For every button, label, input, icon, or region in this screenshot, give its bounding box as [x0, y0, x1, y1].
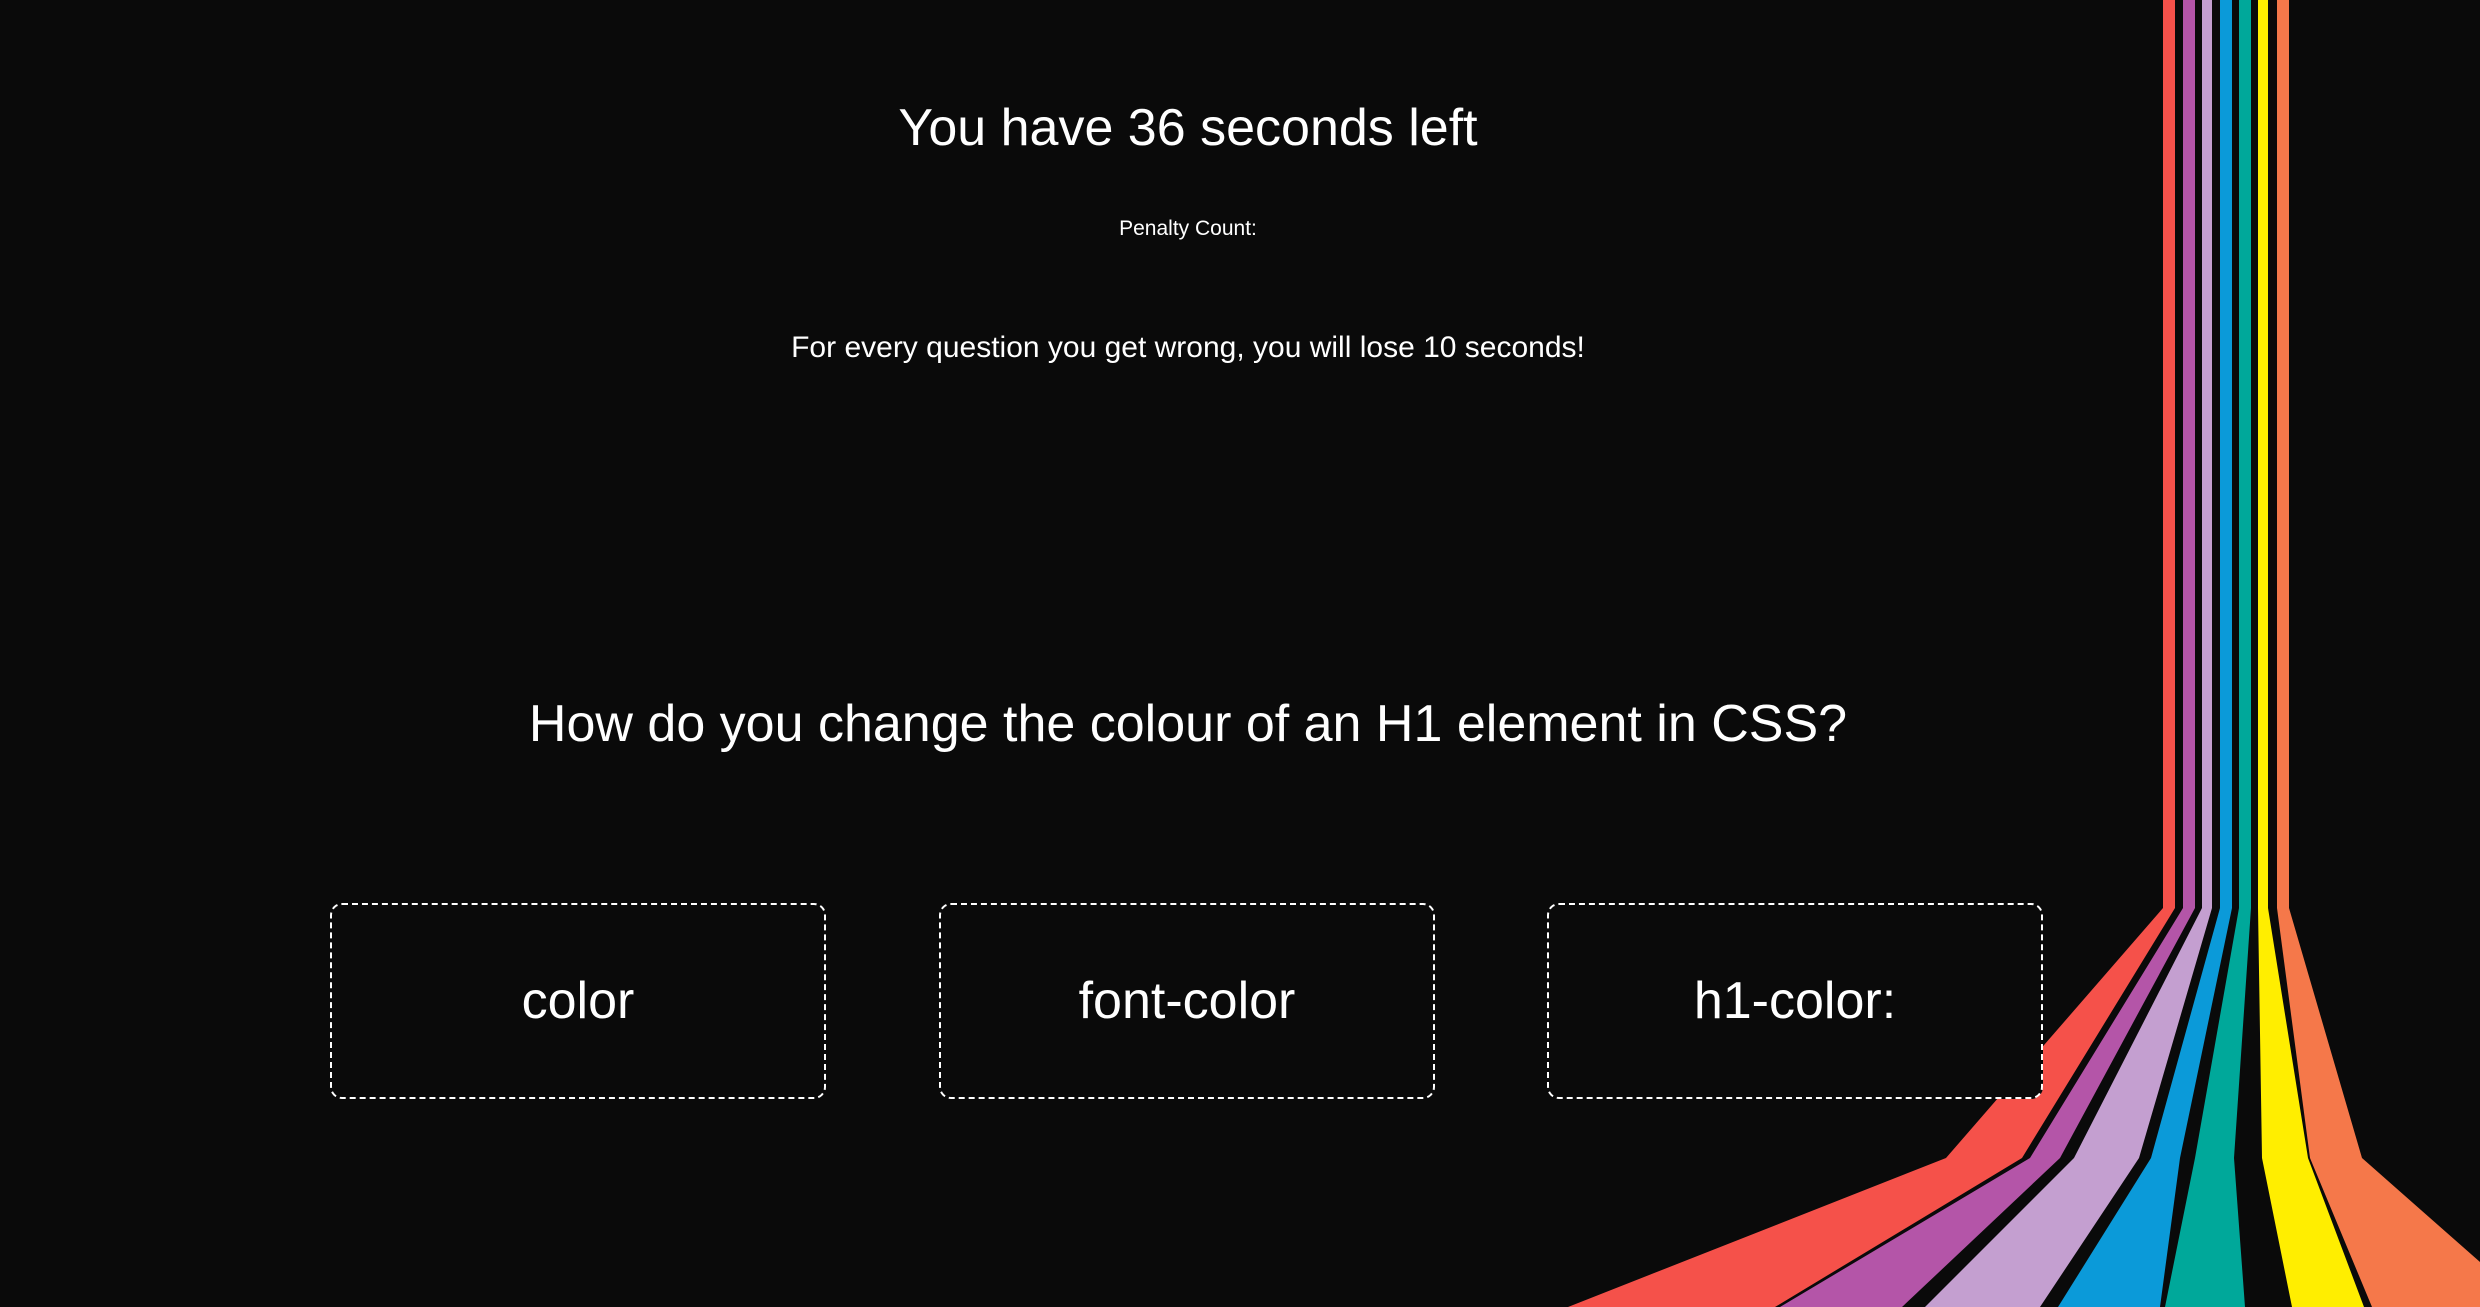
question-text: How do you change the colour of an H1 el… — [528, 695, 1848, 753]
penalty-warning-text: For every question you get wrong, you wi… — [791, 331, 1585, 364]
penalty-count-label: Penalty Count: — [1119, 217, 1257, 240]
answer-button-h1-color[interactable]: h1-color: — [1547, 903, 2043, 1099]
answer-button-color[interactable]: color — [330, 903, 826, 1099]
stripe-orange — [2277, 0, 2480, 1307]
timer-text: You have 36 seconds left — [898, 99, 1478, 157]
answer-button-font-color[interactable]: font-color — [939, 903, 1435, 1099]
rainbow-stripes-decoration — [1568, 0, 2480, 1307]
quiz-page: You have 36 seconds left Penalty Count: … — [0, 0, 2480, 1307]
